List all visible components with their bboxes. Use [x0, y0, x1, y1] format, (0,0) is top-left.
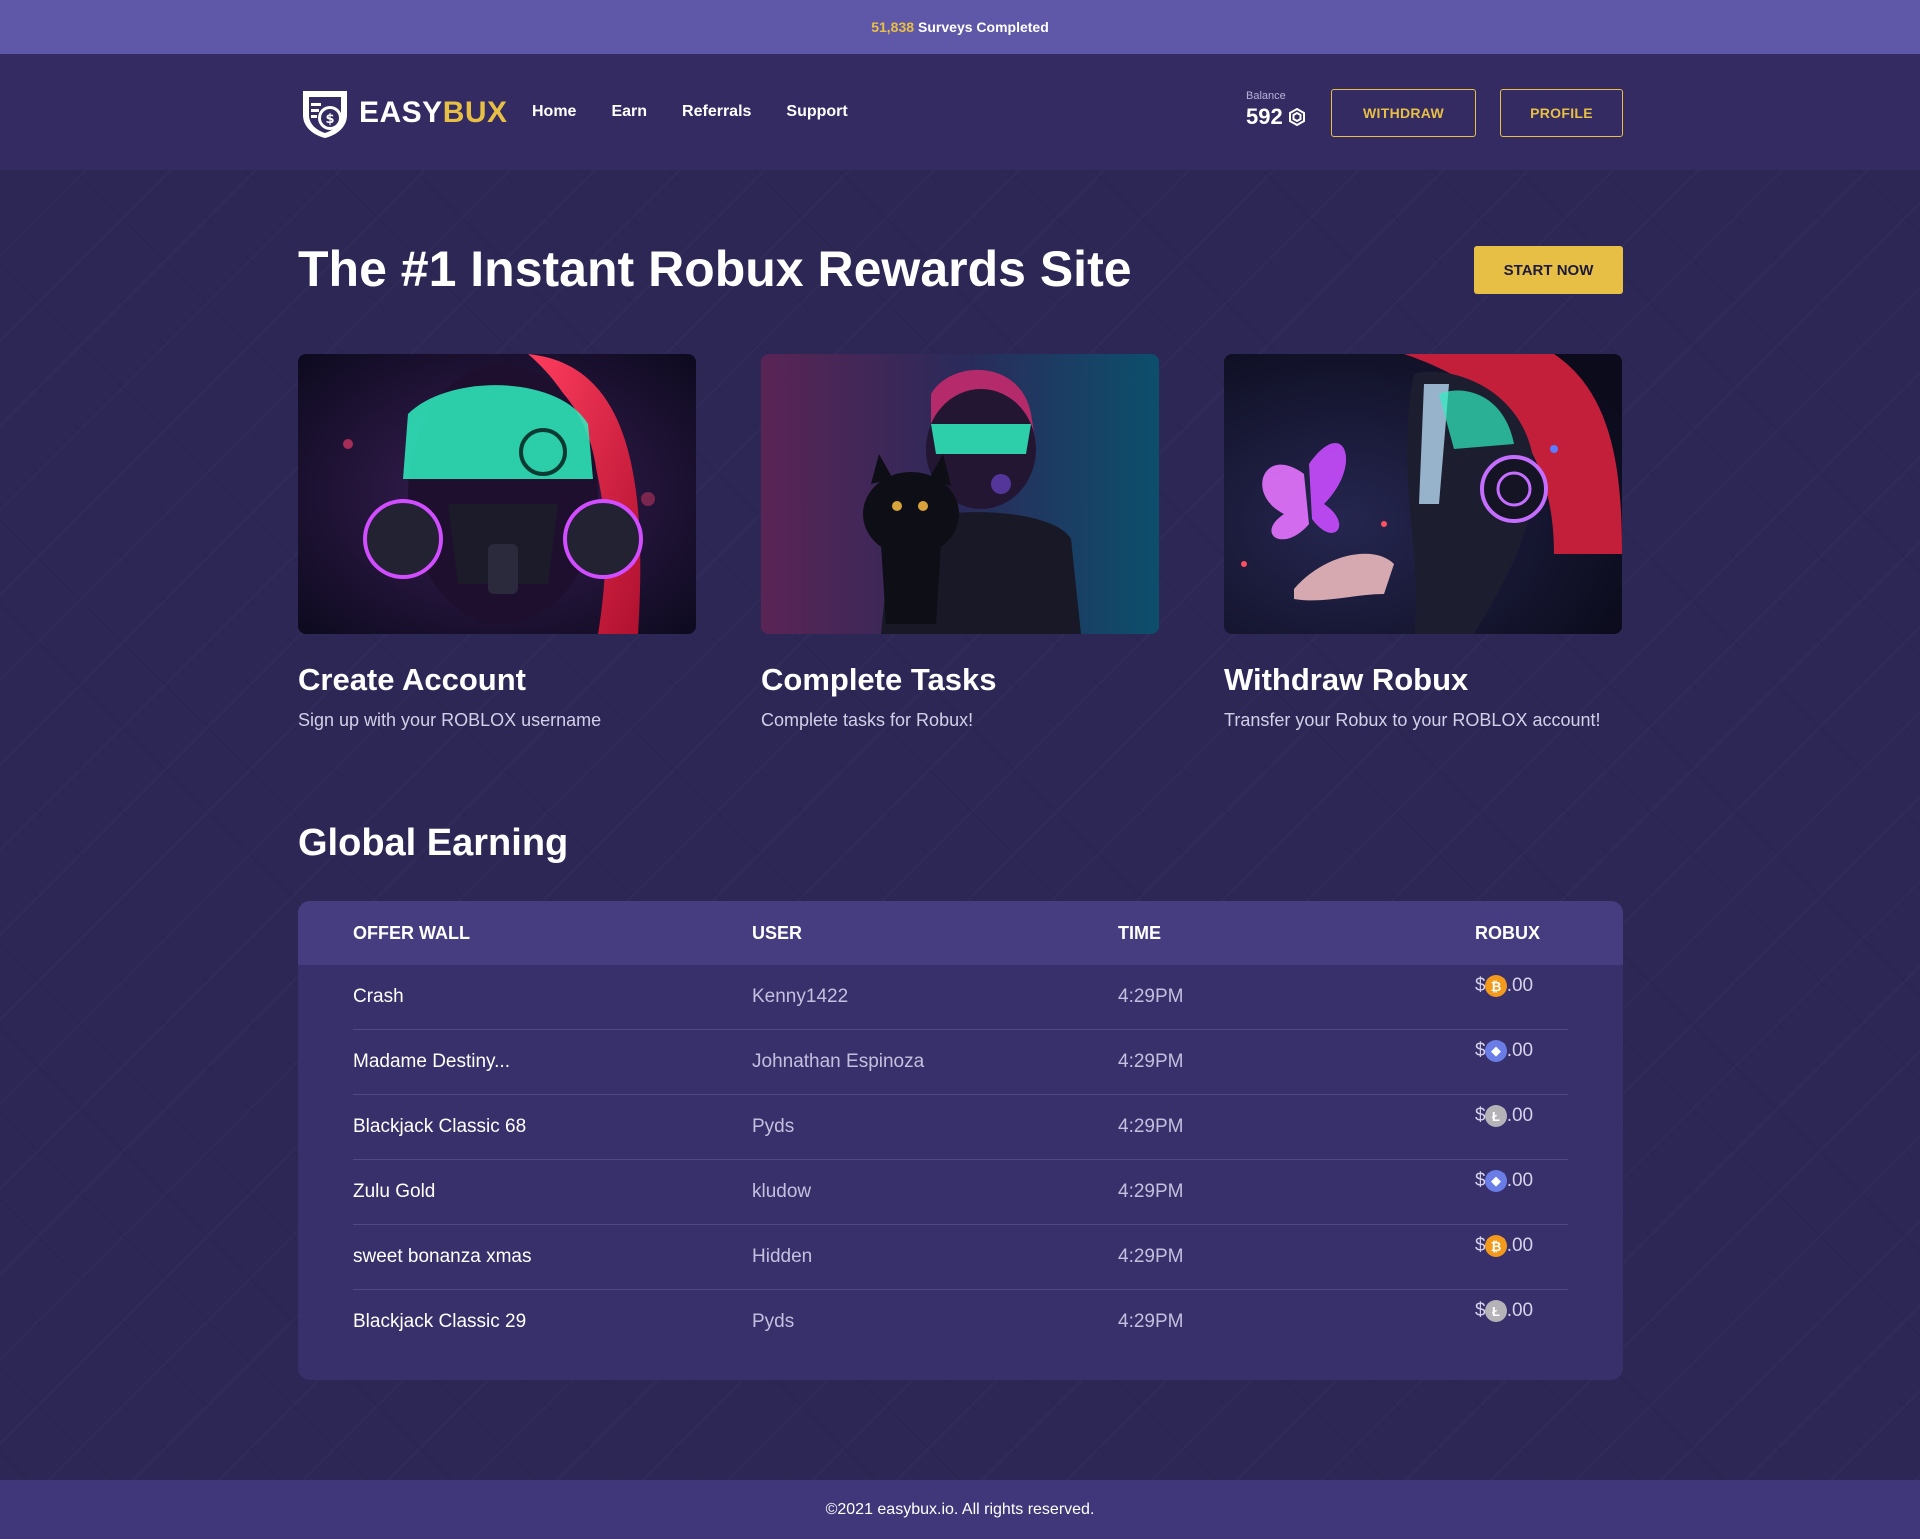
table-row: Blackjack Classic 29 Pyds 4:29PM $20.00Ł: [353, 1290, 1568, 1355]
step-image-withdraw-robux: [1224, 354, 1622, 634]
step-description: Sign up with your ROBLOX username: [298, 710, 602, 730]
nav-home[interactable]: Home: [532, 103, 576, 121]
table-body: Crash Kenny1422 4:29PM $20.00₿ Madame De…: [298, 965, 1623, 1355]
table-row: sweet bonanza xmas Hidden 4:29PM $20.00₿: [353, 1225, 1568, 1290]
table-row: Madame Destiny... Johnathan Espinoza 4:2…: [353, 1030, 1568, 1095]
user-cell: Johnathan Espinoza: [752, 1051, 925, 1072]
column-header-time: TIME: [1118, 922, 1161, 943]
litecoin-icon: Ł: [1485, 1300, 1507, 1322]
table-row: Blackjack Classic 68 Pyds 4:29PM $20.00Ł: [353, 1095, 1568, 1160]
step-title: Complete Tasks: [761, 662, 997, 697]
svg-text:$: $: [325, 112, 334, 127]
step-create-account: Create Account Sign up with your ROBLOX …: [298, 354, 696, 731]
ethereum-icon: ◆: [1485, 1170, 1507, 1192]
offer-cell: Crash: [353, 986, 404, 1007]
profile-button[interactable]: PROFILE: [1500, 89, 1623, 137]
start-now-button[interactable]: START NOW: [1474, 246, 1623, 294]
step-withdraw-robux: Withdraw Robux Transfer your Robux to yo…: [1224, 354, 1622, 731]
ethereum-icon: ◆: [1485, 1040, 1507, 1062]
column-header-user: USER: [752, 922, 803, 943]
balance-value: 592: [1246, 104, 1283, 129]
logo-text-bux: BUX: [442, 96, 508, 129]
column-header-offer-wall: OFFER WALL: [353, 922, 470, 943]
balance-label: Balance: [1246, 90, 1286, 102]
table-header: OFFER WALL USER TIME ROBUX: [298, 901, 1623, 965]
time-cell: 4:29PM: [1118, 1311, 1184, 1332]
site-logo[interactable]: $ EASYBUX: [297, 87, 508, 139]
surveys-label: Surveys Completed: [918, 19, 1049, 35]
nav-referrals[interactable]: Referrals: [682, 103, 751, 121]
robux-icon: [1288, 108, 1305, 126]
withdraw-button[interactable]: WITHDRAW: [1331, 89, 1476, 137]
hero-title: The #1 Instant Robux Rewards Site: [298, 241, 1132, 297]
step-image-complete-tasks: [761, 354, 1159, 634]
step-title: Create Account: [298, 662, 526, 697]
user-cell: Kenny1422: [752, 986, 849, 1007]
time-cell: 4:29PM: [1118, 986, 1184, 1007]
time-cell: 4:29PM: [1118, 1051, 1184, 1072]
offer-cell: Blackjack Classic 29: [353, 1311, 527, 1332]
surveys-count: 51,838: [871, 19, 915, 35]
offer-cell: sweet bonanza xmas: [353, 1246, 532, 1267]
offer-cell: Blackjack Classic 68: [353, 1116, 527, 1137]
litecoin-icon: Ł: [1485, 1105, 1507, 1127]
global-earning-table: OFFER WALL USER TIME ROBUX Crash Kenny14…: [298, 901, 1623, 1380]
user-cell: Hidden: [752, 1246, 813, 1267]
nav-support[interactable]: Support: [786, 103, 847, 121]
user-cell: Pyds: [752, 1311, 795, 1332]
step-description: Transfer your Robux to your ROBLOX accou…: [1224, 710, 1601, 730]
user-cell: kludow: [752, 1181, 812, 1202]
offer-cell: Zulu Gold: [353, 1181, 436, 1202]
surveys-completed-bar: 51,838 Surveys Completed: [0, 0, 1920, 54]
step-image-create-account: [298, 354, 696, 634]
global-earning-title: Global Earning: [298, 822, 569, 864]
bitcoin-icon: ₿: [1485, 1235, 1507, 1257]
step-title: Withdraw Robux: [1224, 662, 1469, 697]
logo-text-easy: EASY: [359, 96, 443, 129]
money-bag-shield-icon: $: [303, 91, 347, 138]
time-cell: 4:29PM: [1118, 1181, 1184, 1202]
nav-earn[interactable]: Earn: [611, 103, 647, 121]
user-cell: Pyds: [752, 1116, 795, 1137]
step-complete-tasks: Complete Tasks Complete tasks for Robux!: [761, 354, 1159, 731]
copyright-text: ©2021 easybux.io. All rights reserved.: [825, 1500, 1095, 1518]
site-footer: ©2021 easybux.io. All rights reserved.: [0, 1480, 1920, 1539]
column-header-robux: ROBUX: [1475, 922, 1541, 943]
bitcoin-icon: ₿: [1485, 975, 1507, 997]
balance-display: Balance 592: [1246, 90, 1306, 130]
step-description: Complete tasks for Robux!: [761, 710, 974, 730]
time-cell: 4:29PM: [1118, 1116, 1184, 1137]
table-row: Zulu Gold kludow 4:29PM $20.00◆: [353, 1160, 1568, 1225]
site-header: $ EASYBUX Home Earn Referrals Support Ba…: [0, 54, 1920, 170]
logo-wordmark: EASYBUX: [359, 96, 508, 130]
offer-cell: Madame Destiny...: [353, 1051, 510, 1072]
table-row: Crash Kenny1422 4:29PM $20.00₿: [353, 965, 1568, 1030]
time-cell: 4:29PM: [1118, 1246, 1184, 1267]
main-nav: Home Earn Referrals Support: [532, 54, 883, 170]
